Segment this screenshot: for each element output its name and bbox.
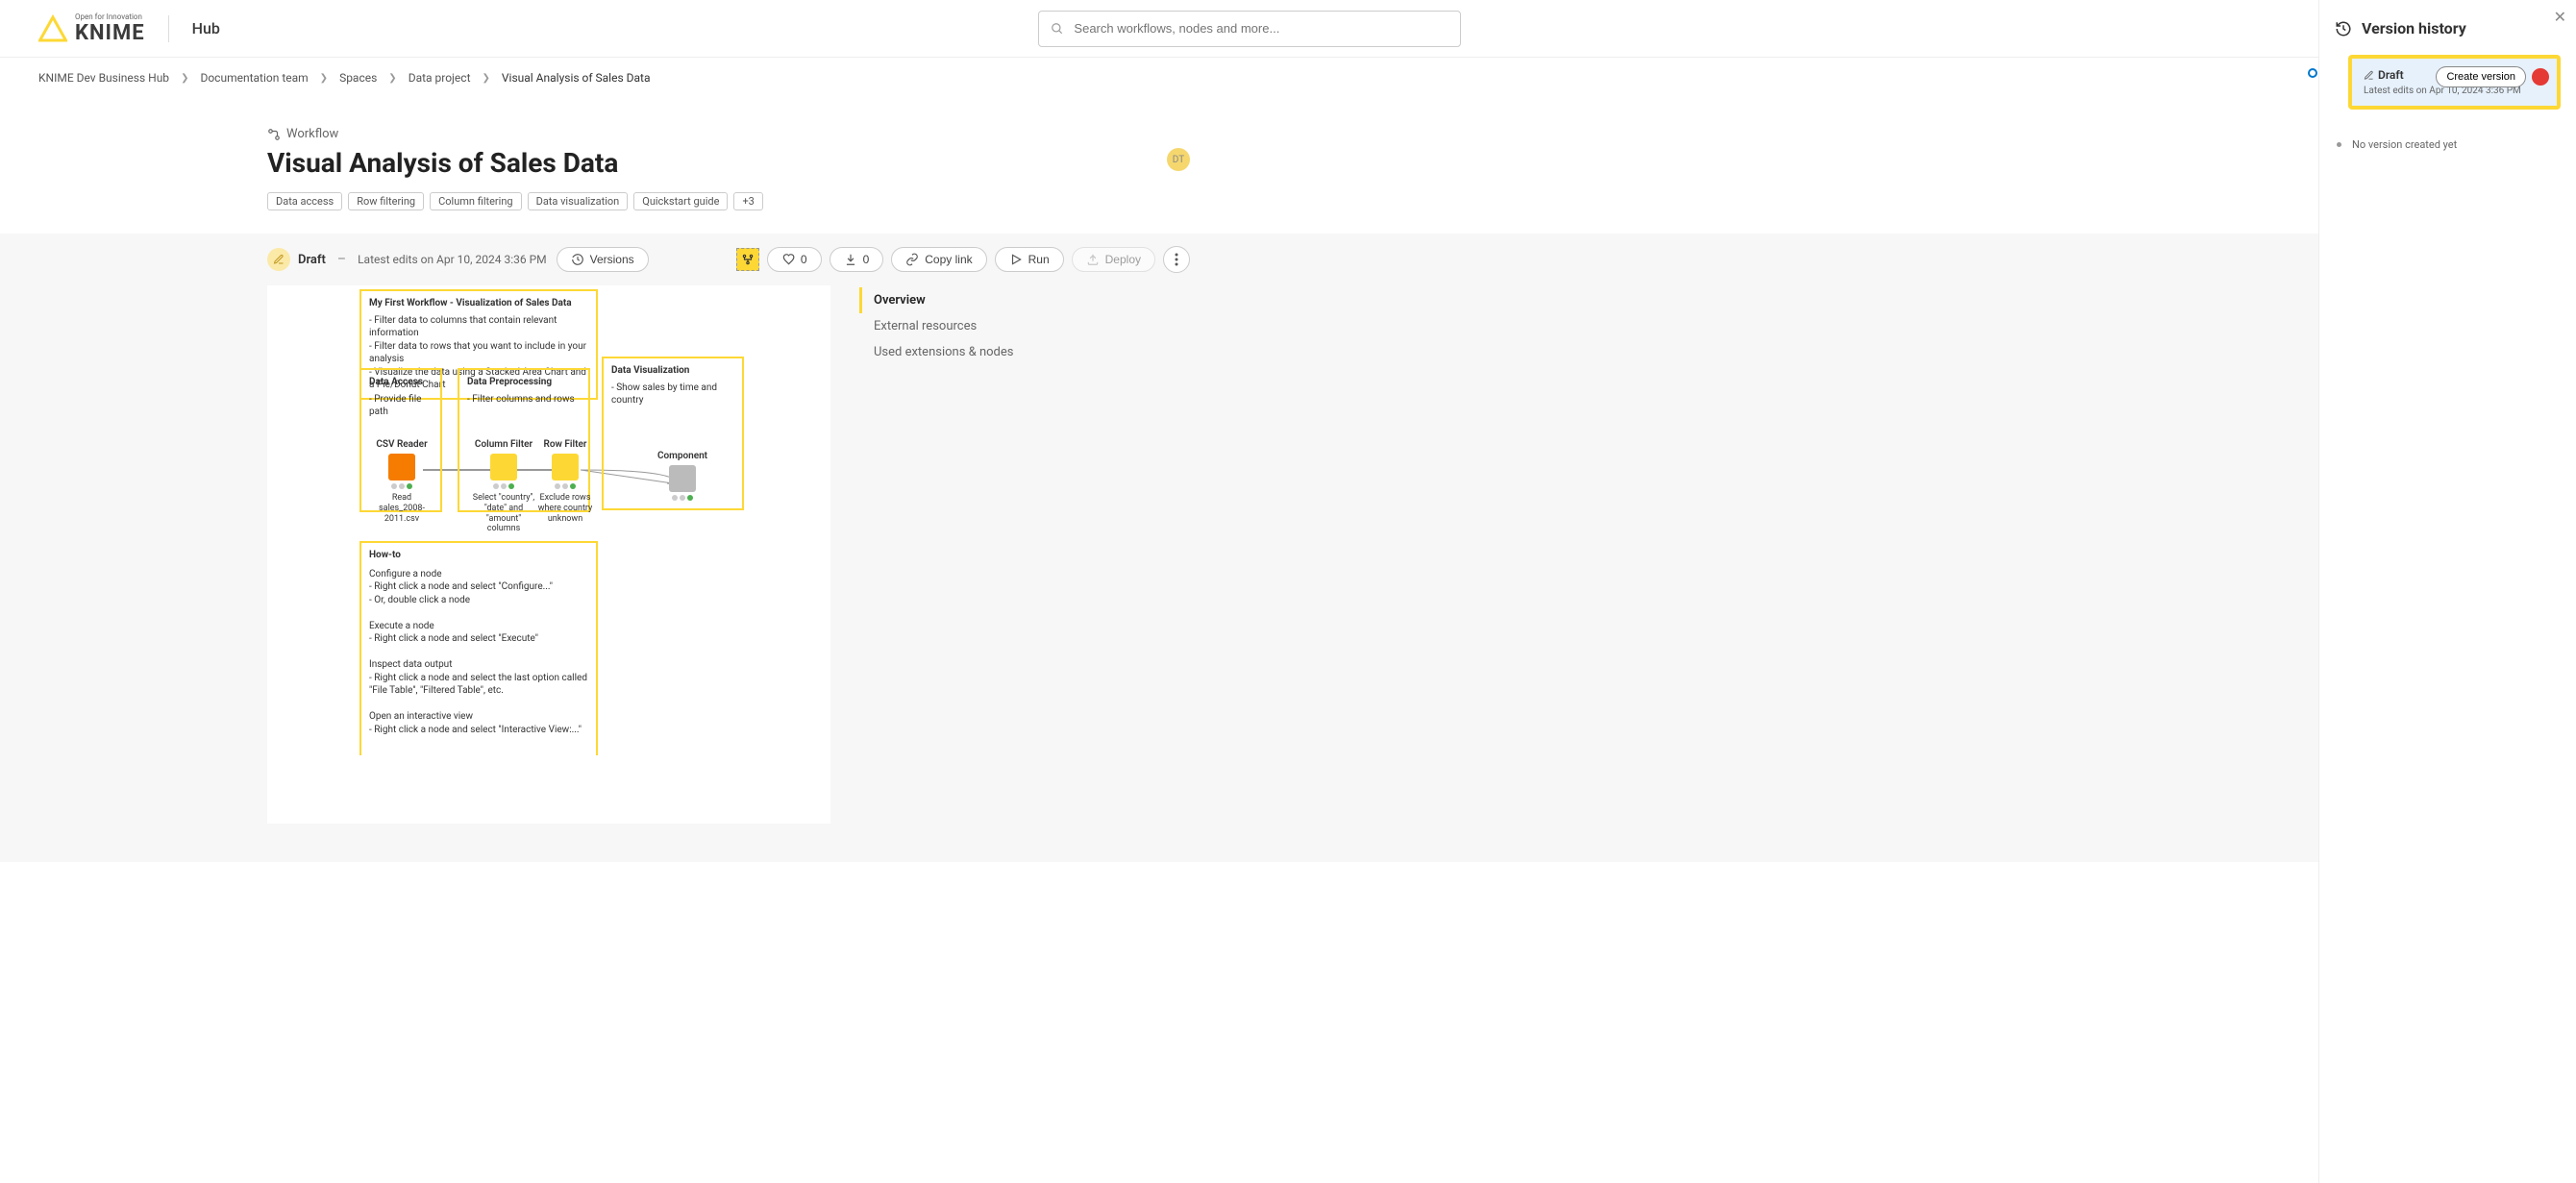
no-version-message: No version created yet	[2352, 138, 2561, 151]
node-row-filter[interactable]: Row Filter Exclude rows where country un…	[531, 439, 600, 524]
logo-tagline: Open for Innovation	[75, 13, 145, 21]
side-nav: Overview External resources Used extensi…	[859, 285, 1014, 824]
workflow-type-label: Workflow	[286, 127, 338, 141]
side-nav-external[interactable]: External resources	[859, 313, 1014, 339]
side-nav-overview[interactable]: Overview	[859, 287, 1014, 313]
chevron-right-icon: ❯	[483, 73, 490, 84]
timeline-bullet	[2308, 68, 2317, 78]
tag[interactable]: Column filtering	[430, 192, 521, 210]
page-header: Workflow Visual Analysis of Sales Data D…	[267, 98, 1027, 234]
version-history-title: Version history	[2362, 19, 2466, 37]
user-avatar	[2532, 68, 2549, 86]
crumb-current: Visual Analysis of Sales Data	[502, 71, 651, 85]
node-csv-reader[interactable]: CSV Reader Read sales_2008-2011.csv	[367, 439, 436, 524]
topbar: Open for Innovation KNIME Hub	[0, 0, 2318, 58]
divider	[168, 15, 169, 42]
tag[interactable]: Data access	[267, 192, 342, 210]
versions-button[interactable]: Versions	[557, 247, 649, 272]
version-history-panel: ✕ Version history Draft Latest edits on …	[2318, 0, 2576, 1183]
annotation-howto: How-to Configure a node - Right click a …	[359, 541, 598, 755]
search-box[interactable]	[1038, 11, 1461, 47]
crumb-project[interactable]: Data project	[409, 71, 471, 85]
search-icon	[1051, 22, 1064, 36]
tag[interactable]: Row filtering	[348, 192, 424, 210]
chevron-right-icon: ❯	[181, 73, 188, 84]
download-button[interactable]: 0	[830, 247, 884, 272]
hub-label: Hub	[192, 19, 220, 37]
page-title: Visual Analysis of Sales Data	[267, 147, 1027, 179]
logo[interactable]: Open for Innovation KNIME	[38, 13, 145, 44]
more-vertical-icon	[1175, 253, 1178, 266]
more-button[interactable]	[1163, 246, 1190, 273]
breadcrumb: KNIME Dev Business Hub ❯ Documentation t…	[0, 58, 2318, 98]
crumb-team[interactable]: Documentation team	[200, 71, 308, 85]
draft-label: Draft	[298, 253, 326, 267]
close-icon[interactable]: ✕	[2554, 8, 2566, 26]
node-component[interactable]: Component	[648, 451, 717, 501]
pencil-icon	[2364, 70, 2374, 81]
search-input[interactable]	[1074, 21, 1449, 36]
tag[interactable]: Quickstart guide	[633, 192, 728, 210]
heart-icon	[781, 253, 795, 266]
chevron-right-icon: ❯	[320, 73, 328, 84]
workflow-thumbnail-button[interactable]	[736, 248, 759, 271]
like-button[interactable]: 0	[767, 247, 822, 272]
play-icon	[1009, 253, 1023, 266]
tag[interactable]: Data visualization	[528, 192, 629, 210]
history-icon	[2335, 20, 2352, 37]
deploy-button: Deploy	[1072, 247, 1155, 272]
link-icon	[905, 253, 919, 266]
node-column-filter[interactable]: Column Filter Select "country", "date" a…	[469, 439, 538, 534]
logo-name: KNIME	[75, 23, 145, 44]
run-button[interactable]: Run	[995, 247, 1064, 272]
knime-logo-icon	[38, 14, 67, 43]
draft-version-card[interactable]: Draft Latest edits on Apr 10, 2024 3:36 …	[2348, 55, 2561, 110]
download-icon	[844, 253, 857, 266]
crumb-spaces[interactable]: Spaces	[339, 71, 377, 85]
dash: –	[337, 252, 346, 267]
chevron-right-icon: ❯	[388, 73, 396, 84]
create-version-button[interactable]: Create version	[2436, 66, 2526, 87]
edits-timestamp: Latest edits on Apr 10, 2024 3:36 PM	[358, 253, 547, 266]
author-avatar[interactable]: DT	[1167, 148, 1190, 171]
toolbar: Draft – Latest edits on Apr 10, 2024 3:3…	[0, 234, 2318, 285]
side-nav-extensions[interactable]: Used extensions & nodes	[859, 339, 1014, 365]
workflow-canvas[interactable]: My First Workflow - Visualization of Sal…	[267, 285, 830, 824]
copy-link-button[interactable]: Copy link	[891, 247, 986, 272]
history-icon	[571, 253, 584, 266]
crumb-hub[interactable]: KNIME Dev Business Hub	[38, 71, 169, 85]
tag-more[interactable]: +3	[733, 192, 762, 210]
workflow-icon	[267, 128, 281, 141]
deploy-icon	[1086, 253, 1100, 266]
draft-icon	[267, 248, 290, 271]
